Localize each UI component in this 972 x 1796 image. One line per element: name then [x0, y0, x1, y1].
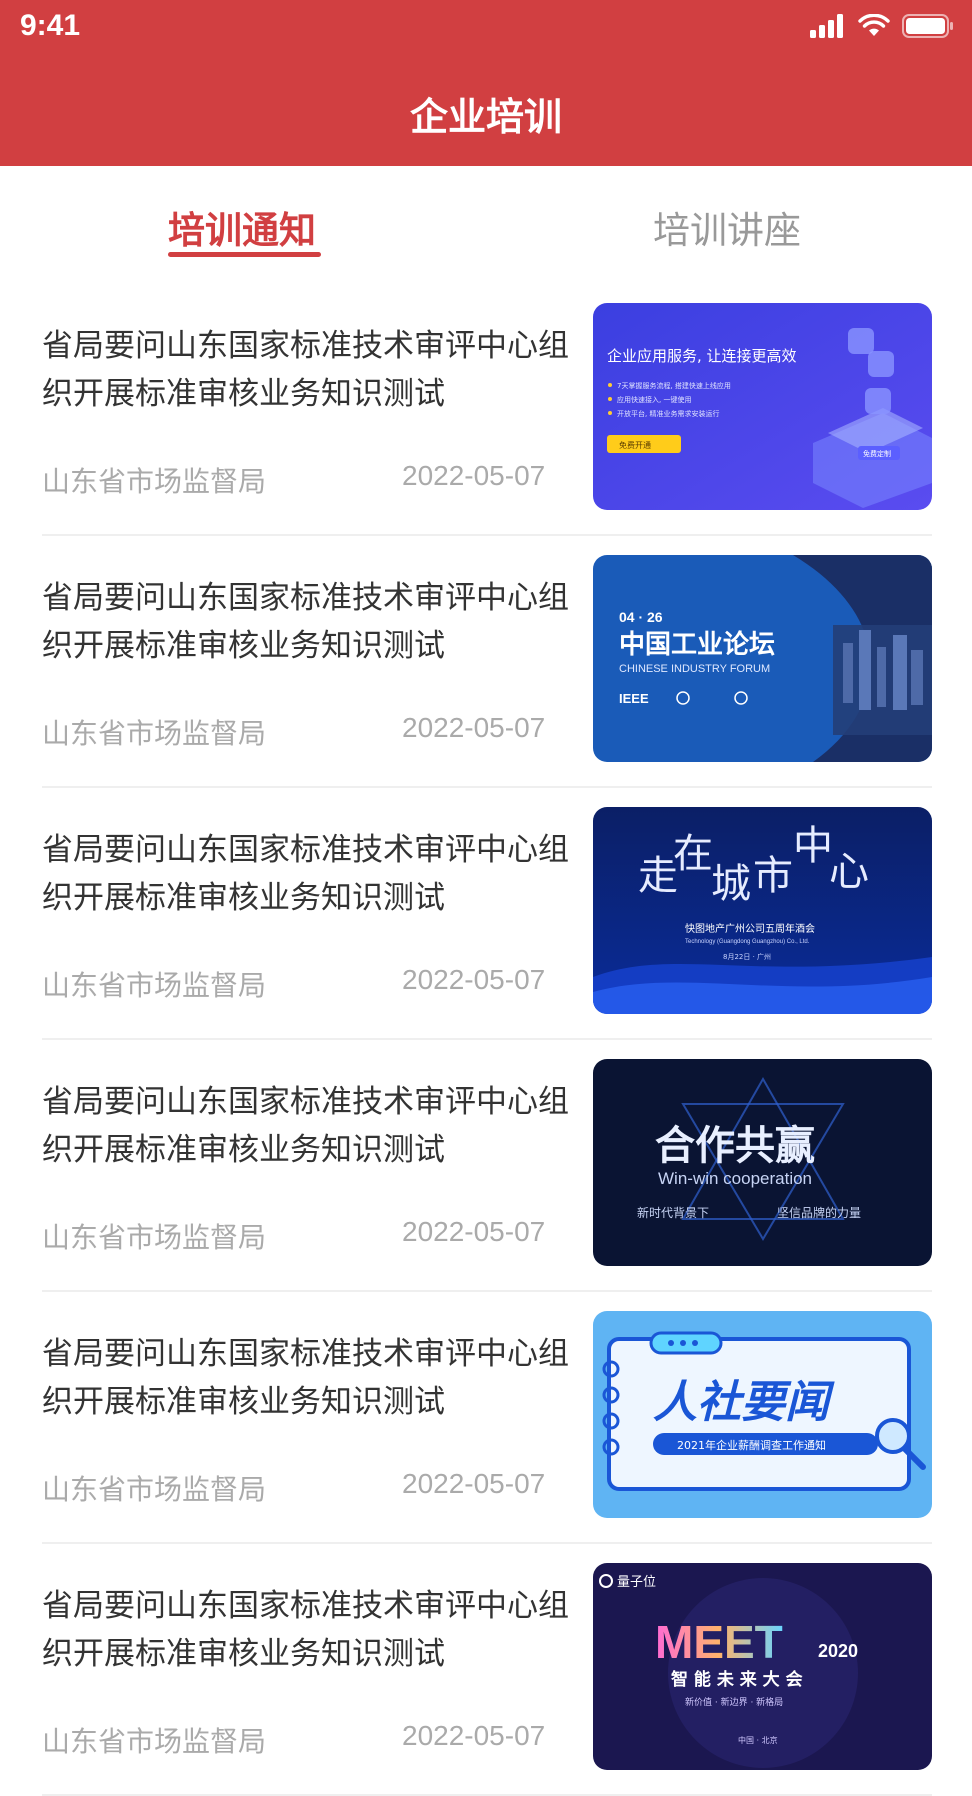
thumb-char: 中 — [793, 823, 833, 869]
thumb-ribbon: 2021年企业薪酬调查工作通知 — [677, 1438, 826, 1452]
thumb-brand: 量子位 — [617, 1575, 656, 1590]
thumb-subtitle: CHINESE INDUSTRY FORUM — [619, 663, 770, 675]
thumb-tagline: 新价值 · 新边界 · 新格局 — [685, 1696, 783, 1708]
thumb-bullet: 开放平台, 精准业务需求安装运行 — [617, 409, 719, 418]
item-thumbnail: 人社要闻 2021年企业薪酬调查工作通知 — [593, 1311, 932, 1518]
signal-icon — [810, 14, 843, 38]
thumb-subtitle: 快图地产广州公司五周年酒会 — [685, 922, 815, 935]
thumb-button: 免费开通 — [619, 440, 651, 450]
item-title: 省局要问山东国家标准技术审评中心组织开展标准审核业务知识测试 — [42, 1336, 569, 1420]
thumb-char: 心 — [829, 849, 869, 895]
list-item[interactable]: 省局要问山东国家标准技术审评中心组织开展标准审核业务知识测试 山东省市场监督局 … — [42, 284, 932, 536]
list-item[interactable]: 省局要问山东国家标准技术审评中心组织开展标准审核业务知识测试 山东省市场监督局 … — [42, 1544, 932, 1796]
item-title: 省局要问山东国家标准技术审评中心组织开展标准审核业务知识测试 — [42, 1084, 569, 1168]
item-source: 山东省市场监督局 — [42, 465, 267, 498]
page-title: 企业培训 — [409, 95, 562, 139]
thumb-char: 市 — [753, 853, 793, 899]
item-thumbnail: 走 在 城 市 中 心 快图地产广州公司五周年酒会 Technology (Gu… — [593, 807, 932, 1014]
thumb-year: 2020 — [818, 1641, 858, 1661]
item-source: 山东省市场监督局 — [42, 1221, 267, 1254]
thumb-logo: IEEE — [619, 691, 649, 706]
thumb-char: 在 — [673, 831, 713, 877]
thumb-bullet: 7天掌握服务流程, 搭建快速上线应用 — [617, 381, 731, 390]
thumb-headline: 中国工业论坛 — [619, 630, 775, 660]
list-item[interactable]: 省局要问山东国家标准技术审评中心组织开展标准审核业务知识测试 山东省市场监督局 … — [42, 1040, 932, 1292]
item-date: 2022-05-07 — [402, 1468, 546, 1499]
item-title: 省局要问山东国家标准技术审评中心组织开展标准审核业务知识测试 — [42, 832, 569, 916]
thumb-date: 8月22日 · 广州 — [723, 952, 771, 961]
thumb-corner: 免费定制 — [863, 449, 891, 458]
thumb-char: 城 — [711, 861, 751, 907]
thumb-english: Technology (Guangdong Guangzhou) Co., Lt… — [685, 939, 810, 945]
thumb-headline: MEET — [655, 1616, 783, 1668]
item-source: 山东省市场监督局 — [42, 717, 267, 750]
status-time: 9:41 — [20, 9, 81, 42]
item-source: 山东省市场监督局 — [42, 1473, 267, 1506]
thumb-headline: 企业应用服务, 让连接更高效 — [607, 347, 797, 365]
item-thumbnail: 企业应用服务, 让连接更高效 7天掌握服务流程, 搭建快速上线应用 应用快速接入… — [593, 303, 932, 510]
item-date: 2022-05-07 — [402, 712, 546, 743]
thumb-date: 04 · 26 — [619, 609, 663, 625]
item-thumbnail: 量子位 MEET 2020 智 能 未 来 大 会 新价值 · 新边界 · 新格… — [593, 1563, 932, 1770]
thumb-place: 中国 · 北京 — [738, 1735, 778, 1745]
thumb-char: 走 — [638, 853, 678, 899]
tab-training-notice[interactable]: 培训通知 — [168, 200, 316, 254]
thumb-right: 坚信品牌的力量 — [777, 1205, 861, 1220]
battery-icon — [902, 14, 953, 38]
item-source: 山东省市场监督局 — [42, 1725, 267, 1758]
item-source: 山东省市场监督局 — [42, 969, 267, 1002]
item-thumbnail: 合作共赢 Win-win cooperation 新时代背景下 坚信品牌的力量 — [593, 1059, 932, 1266]
app-header: 9:41 企业培训 — [0, 0, 972, 166]
tab-bar: 培训通知 培训讲座 — [0, 166, 972, 284]
item-thumbnail: 04 · 26 中国工业论坛 CHINESE INDUSTRY FORUM IE… — [593, 555, 932, 762]
thumb-headline: 人社要闻 — [653, 1377, 835, 1428]
status-bar: 9:41 — [0, 0, 972, 52]
item-date: 2022-05-07 — [402, 1720, 546, 1751]
list-item[interactable]: 省局要问山东国家标准技术审评中心组织开展标准审核业务知识测试 山东省市场监督局 … — [42, 1292, 932, 1544]
thumb-subtitle: 智 能 未 来 大 会 — [671, 1669, 803, 1690]
thumb-english: Win-win cooperation — [658, 1169, 812, 1188]
tab-active-indicator — [168, 252, 321, 257]
thumb-bullet: 应用快速接入, 一键使用 — [617, 395, 691, 404]
item-date: 2022-05-07 — [402, 1216, 546, 1247]
item-title: 省局要问山东国家标准技术审评中心组织开展标准审核业务知识测试 — [42, 580, 569, 664]
tab-training-lecture[interactable]: 培训讲座 — [653, 200, 801, 254]
thumb-left: 新时代背景下 — [637, 1205, 709, 1220]
status-icons — [810, 14, 954, 38]
item-date: 2022-05-07 — [402, 460, 546, 491]
list-item[interactable]: 省局要问山东国家标准技术审评中心组织开展标准审核业务知识测试 山东省市场监督局 … — [42, 536, 932, 788]
wifi-icon — [858, 14, 890, 36]
item-title: 省局要问山东国家标准技术审评中心组织开展标准审核业务知识测试 — [42, 1588, 569, 1672]
list-item[interactable]: 省局要问山东国家标准技术审评中心组织开展标准审核业务知识测试 山东省市场监督局 … — [42, 788, 932, 1040]
item-date: 2022-05-07 — [402, 964, 546, 995]
thumb-headline: 合作共赢 — [655, 1123, 815, 1169]
item-title: 省局要问山东国家标准技术审评中心组织开展标准审核业务知识测试 — [42, 328, 569, 412]
